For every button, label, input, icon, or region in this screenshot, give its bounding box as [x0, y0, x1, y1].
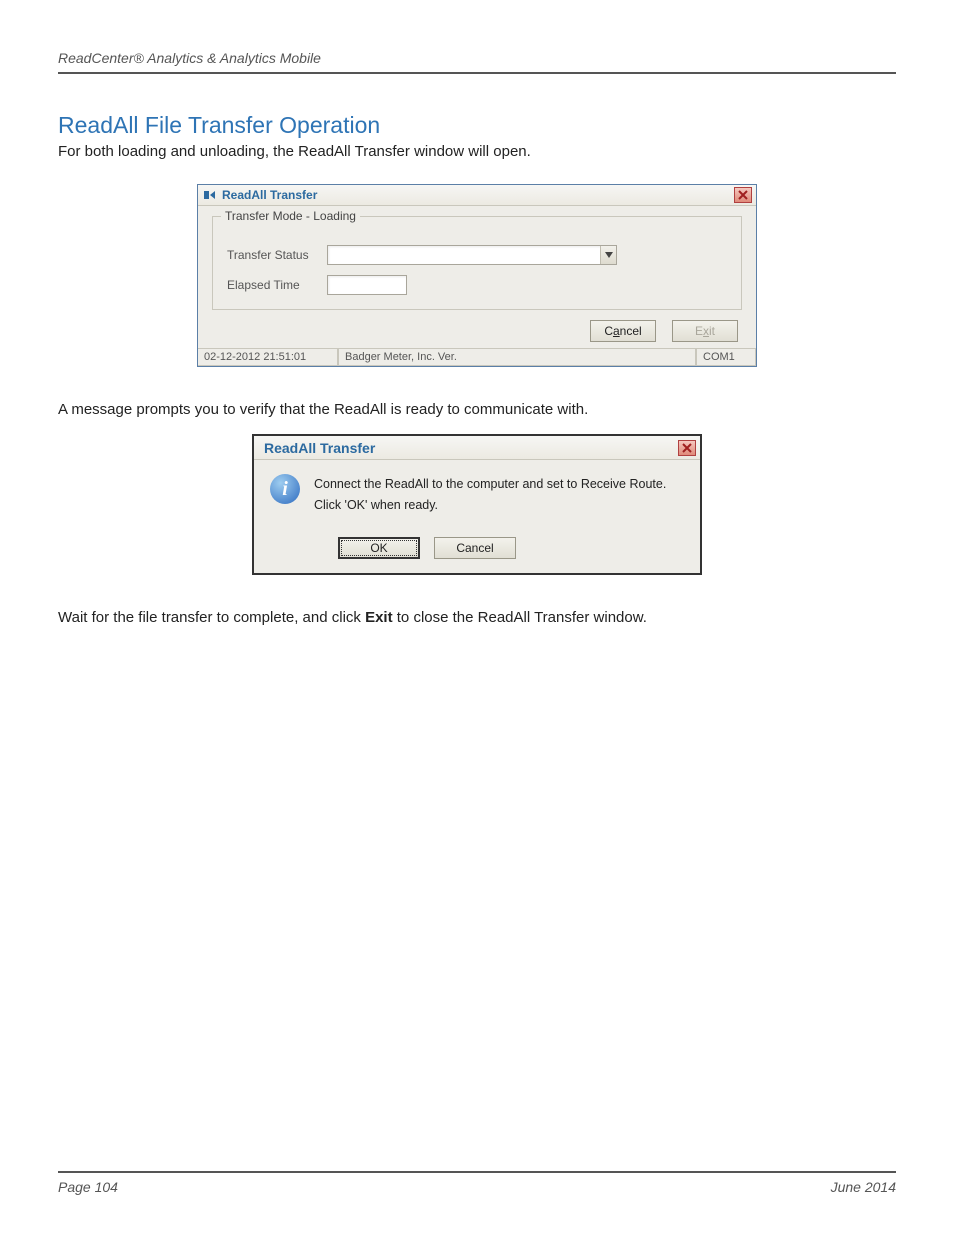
section-heading: ReadAll File Transfer Operation: [58, 112, 896, 139]
status-company: Badger Meter, Inc. Ver.: [338, 349, 696, 366]
page-footer: Page 104 June 2014: [58, 1171, 896, 1195]
transfer-status-label: Transfer Status: [227, 248, 327, 262]
titlebar: ReadAll Transfer: [198, 185, 756, 206]
transfer-status-select[interactable]: [327, 245, 617, 265]
window-title: ReadAll Transfer: [222, 188, 734, 202]
paragraph-2: A message prompts you to verify that the…: [58, 401, 896, 418]
transfer-mode-groupbox: Transfer Mode - Loading Transfer Status …: [212, 216, 742, 310]
elapsed-time-label: Elapsed Time: [227, 278, 327, 292]
close-icon[interactable]: [734, 187, 752, 203]
app-icon: [202, 187, 218, 203]
p3-bold: Exit: [365, 609, 393, 626]
exit-button: Exit: [672, 320, 738, 342]
figure-1-wrap: ReadAll Transfer Transfer Mode - Loading…: [58, 160, 896, 367]
exit-hotkey: x: [703, 324, 709, 338]
ok-label: OK: [370, 541, 387, 555]
cancel-hotkey: a: [613, 324, 620, 338]
status-timestamp: 02-12-2012 21:51:01: [198, 349, 338, 366]
button-row: Cancel Exit: [212, 320, 742, 342]
header-product: ReadCenter® Analytics & Analytics Mobile: [58, 50, 321, 66]
dialog-message: Connect the ReadAll to the computer and …: [314, 474, 666, 517]
p3-post: to close the ReadAll Transfer window.: [393, 609, 647, 626]
chevron-down-icon: [600, 246, 616, 264]
dialog-titlebar: ReadAll Transfer: [254, 436, 700, 460]
dialog-line1: Connect the ReadAll to the computer and …: [314, 474, 666, 495]
elapsed-time-field[interactable]: [327, 275, 407, 295]
document-page: ReadCenter® Analytics & Analytics Mobile…: [0, 0, 954, 1235]
ok-button[interactable]: OK: [338, 537, 420, 559]
footer-page: Page 104: [58, 1179, 118, 1195]
group-legend: Transfer Mode - Loading: [221, 209, 360, 223]
dialog-title: ReadAll Transfer: [264, 440, 678, 456]
intro-text: For both loading and unloading, the Read…: [58, 143, 896, 160]
paragraph-3: Wait for the file transfer to complete, …: [58, 609, 896, 626]
cancel-button[interactable]: Cancel: [434, 537, 516, 559]
status-bar: 02-12-2012 21:51:01 Badger Meter, Inc. V…: [198, 348, 756, 366]
readall-transfer-window: ReadAll Transfer Transfer Mode - Loading…: [197, 184, 757, 367]
footer-date: June 2014: [831, 1179, 896, 1195]
cancel-button[interactable]: Cancel: [590, 320, 656, 342]
status-port: COM1: [696, 349, 756, 366]
info-icon: i: [270, 474, 300, 504]
page-header: ReadCenter® Analytics & Analytics Mobile: [58, 50, 896, 74]
p3-pre: Wait for the file transfer to complete, …: [58, 609, 365, 626]
readall-transfer-dialog: ReadAll Transfer i Connect the ReadAll t…: [252, 434, 702, 575]
close-icon[interactable]: [678, 440, 696, 456]
dialog-body: i Connect the ReadAll to the computer an…: [254, 460, 700, 531]
window-body: Transfer Mode - Loading Transfer Status …: [198, 206, 756, 348]
cancel-label: Cancel: [456, 541, 493, 555]
figure-2-wrap: ReadAll Transfer i Connect the ReadAll t…: [58, 418, 896, 575]
dialog-button-row: OK Cancel: [338, 537, 700, 559]
dialog-line2: Click 'OK' when ready.: [314, 495, 666, 516]
